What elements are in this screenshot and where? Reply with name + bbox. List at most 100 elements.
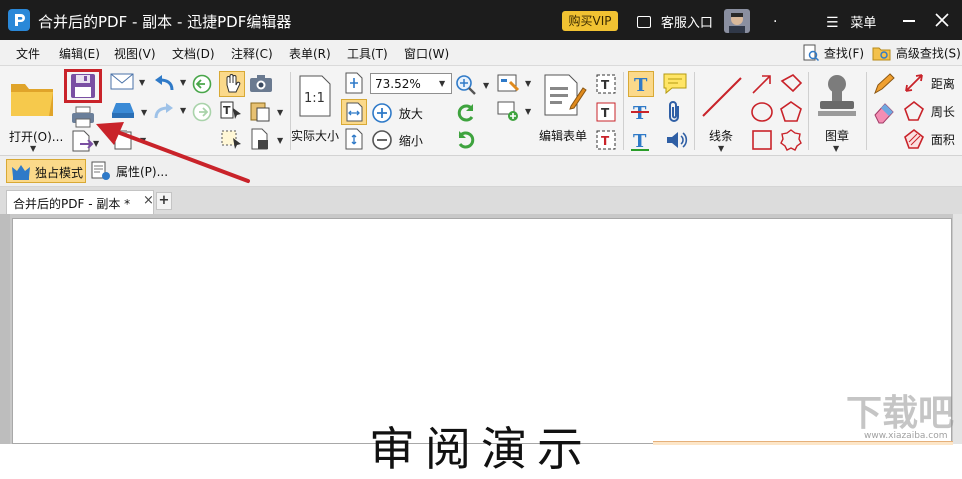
menu-comment[interactable]: 注释(C): [231, 45, 273, 62]
ellipse-shape-button[interactable]: [750, 100, 774, 124]
hand-tool-button[interactable]: [219, 71, 245, 97]
edit-form-icon: [544, 74, 587, 116]
note-button[interactable]: [662, 72, 688, 96]
speaker-icon: [667, 132, 688, 148]
eraser-icon: [874, 103, 894, 124]
exclusive-mode-button[interactable]: 独占模式: [6, 159, 86, 183]
area-button[interactable]: 面积: [903, 128, 961, 150]
user-name: .: [773, 10, 778, 26]
redo-button[interactable]: ▼: [152, 100, 188, 124]
zoom-out-label: 缩小: [398, 133, 423, 148]
form-tool-button[interactable]: ▼: [496, 72, 534, 96]
attach-file-button[interactable]: [665, 100, 687, 124]
open-button[interactable]: 打开(O)... ▼: [4, 70, 63, 154]
document-viewport[interactable]: 审阅演示: [0, 214, 962, 476]
menu-tools[interactable]: 工具(T): [347, 45, 388, 62]
minimize-button[interactable]: [903, 20, 915, 22]
buy-vip-button[interactable]: 购买VIP: [562, 11, 618, 31]
svg-text:T: T: [601, 134, 610, 148]
document-tab-label: 合并后的PDF - 副本 *: [13, 197, 131, 211]
document-tools-button[interactable]: ▼: [249, 128, 287, 152]
forward-button[interactable]: [192, 102, 212, 122]
divider: [808, 72, 809, 150]
text-box-button[interactable]: T: [594, 100, 618, 124]
menu-edit[interactable]: 编辑(E): [59, 45, 100, 62]
advanced-find-label: 高级查找(S): [895, 46, 961, 61]
strikeout-button[interactable]: T: [628, 100, 654, 124]
arrow-shape-button[interactable]: [750, 72, 774, 96]
chevron-down-icon: ▼: [180, 78, 187, 87]
main-menu-button[interactable]: ☰ 菜单: [826, 12, 876, 31]
polygon-shape-button[interactable]: [779, 100, 803, 124]
sound-button[interactable]: [664, 128, 688, 152]
line-tool-button[interactable]: 线条 ▼: [698, 70, 746, 154]
rotate-left-button[interactable]: [455, 102, 477, 124]
edit-form-button[interactable]: 编辑表单: [537, 70, 591, 154]
zoom-out-button[interactable]: 缩小: [371, 129, 431, 151]
rotate-right-button[interactable]: [455, 129, 477, 151]
snapshot-select-button[interactable]: [219, 128, 245, 152]
new-tab-button[interactable]: +: [156, 192, 172, 210]
advanced-find-button[interactable]: 高级查找(S): [872, 44, 961, 62]
rectangle-icon: [752, 130, 772, 150]
close-window-button[interactable]: [930, 8, 954, 32]
exclusive-mode-label: 独占模式: [35, 166, 84, 180]
zoom-select[interactable]: 73.52% ▼: [370, 73, 452, 94]
close-icon[interactable]: ×: [143, 193, 154, 208]
zoom-in-icon: [372, 103, 392, 123]
zoom-out-icon: [372, 130, 392, 150]
undo-button[interactable]: ▼: [152, 72, 188, 96]
scan-button[interactable]: ▼: [110, 100, 148, 124]
text-markup-button[interactable]: T: [628, 128, 654, 152]
paperclip-icon: [669, 101, 679, 122]
chevron-down-icon: ▼: [483, 81, 490, 90]
ribbon-toolbar: 打开(O)... ▼ ▼ ▼ ▼ ▼ ▼ ▼ T ▼ ▼ 1:1 实际大小 73…: [0, 66, 962, 156]
perimeter-button[interactable]: 周长: [903, 100, 961, 122]
email-button[interactable]: ▼: [110, 72, 148, 96]
add-field-button[interactable]: ▼: [496, 100, 534, 124]
pencil-button[interactable]: [872, 72, 896, 96]
camera-button[interactable]: [249, 73, 273, 95]
printer-icon: [72, 106, 94, 128]
back-button[interactable]: [192, 74, 212, 94]
text-field-button[interactable]: T: [594, 72, 618, 96]
callout-text-button[interactable]: T: [594, 128, 618, 152]
stamp-button[interactable]: 图章 ▼: [812, 70, 862, 154]
magnifier-button[interactable]: ▼: [455, 74, 491, 96]
select-text-button[interactable]: T: [219, 100, 245, 124]
menu-document[interactable]: 文档(D): [172, 45, 215, 62]
fit-width-button[interactable]: [341, 99, 367, 125]
find-button[interactable]: 查找(F): [802, 44, 864, 62]
menu-window[interactable]: 窗口(W): [404, 45, 449, 62]
user-avatar[interactable]: [724, 9, 750, 33]
service-button[interactable]: 客服入口: [637, 12, 713, 31]
polyline-shape-button[interactable]: [779, 72, 803, 96]
save-highlight-box: [64, 69, 102, 103]
text-field-icon: T: [596, 74, 616, 94]
left-gutter: [0, 214, 10, 444]
zoom-in-button[interactable]: 放大: [371, 102, 431, 124]
menu-form[interactable]: 表单(R): [289, 45, 331, 62]
typewriter-button[interactable]: T: [628, 71, 654, 97]
rectangle-shape-button[interactable]: [750, 128, 774, 152]
pdf-page[interactable]: 审阅演示: [12, 218, 953, 476]
fit-visible-button[interactable]: [344, 128, 366, 150]
clipboard-button[interactable]: ▼: [112, 128, 150, 152]
menu-file[interactable]: 文件: [16, 45, 40, 62]
perimeter-label: 周长: [930, 104, 955, 119]
paste-button[interactable]: ▼: [249, 100, 287, 124]
properties-button[interactable]: 属性(P)...: [90, 159, 170, 183]
plus-icon: +: [158, 193, 170, 208]
fit-page-button[interactable]: [344, 72, 366, 94]
eraser-button[interactable]: [872, 100, 896, 124]
print-button[interactable]: [70, 106, 98, 128]
menu-view[interactable]: 视图(V): [114, 45, 156, 62]
distance-button[interactable]: 距离: [903, 72, 961, 94]
export-button[interactable]: ▼: [70, 130, 102, 152]
fit-page-icon: [345, 72, 363, 94]
document-tab[interactable]: 合并后的PDF - 副本 * ×: [6, 190, 154, 214]
actual-size-button[interactable]: 1:1 实际大小: [291, 70, 339, 154]
watermark-logo-text: 下载吧: [846, 393, 955, 434]
cloud-shape-button[interactable]: [779, 128, 803, 152]
area-label: 面积: [930, 132, 955, 147]
